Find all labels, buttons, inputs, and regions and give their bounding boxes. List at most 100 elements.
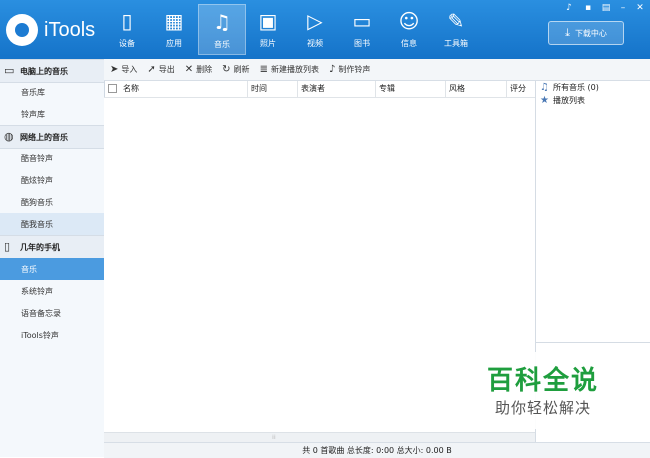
section-title: 电脑上的音乐 [20,66,68,76]
refresh-label: 刷新 [233,65,250,74]
section-online-music[interactable]: ◍ 网络上的音乐 [0,125,104,149]
sidebar-item-label: 酷我音乐 [21,219,53,229]
nav-apps[interactable]: ▦ 应用 [151,4,197,53]
nav-device[interactable]: ▯ 设备 [104,4,150,53]
import-label: 导入 [121,65,138,74]
sidebar-item-label: 酷音铃声 [21,153,53,163]
itools-logo-icon [6,14,38,46]
app-logo: iTools [6,12,95,48]
sidebar-item-label: 酷狗音乐 [21,197,53,207]
nav-music[interactable]: ♫ 音乐 [198,4,246,55]
column-genre[interactable]: 风格 [446,81,507,97]
new-playlist-label: 新建播放列表 [270,65,319,74]
nav-photos-label: 照片 [260,39,276,48]
minimize-icon[interactable]: – [615,1,631,15]
nav-books[interactable]: ▭ 图书 [339,4,385,53]
column-rating[interactable]: 评分 [507,81,535,97]
section-title: 几年的手机 [20,242,60,252]
watermark-subtitle: 助你轻松解决 [494,399,591,417]
photo-icon: ▣ [258,9,278,33]
phone-icon: ▯ [121,9,133,33]
nav-books-label: 图书 [354,39,370,48]
section-phone[interactable]: ▯ 几年的手机 [0,235,104,259]
sidebar: ▭ 电脑上的音乐 音乐库 铃声库 ◍ 网络上的音乐 酷音铃声 酷炫铃声 酷狗音乐… [0,59,105,457]
toolbar: ➤ 导入 ➚ 导出 ✕ 删除 ↻ 刷新 ≣ 新建播放列表 ♪ 制作铃声 [104,59,650,81]
sidebar-item-music[interactable]: 音乐 [0,258,104,280]
feedback-icon[interactable]: ▪ [580,1,596,15]
close-icon[interactable]: ✕ [632,1,648,15]
column-time[interactable]: 时间 [248,81,298,97]
nav-info[interactable]: ☺ 信息 [386,4,432,53]
scroll-grip-icon: ⁞⁞ [272,434,276,441]
sidebar-item-label: 音乐 [21,264,37,274]
download-icon: ⤓ [565,26,570,39]
sidebar-item-kugou[interactable]: 酷狗音乐 [0,191,104,213]
section-title: 网络上的音乐 [20,132,68,142]
sidebar-item-system-ringtones[interactable]: 系统铃声 [0,280,104,302]
panel-divider [536,342,650,343]
sidebar-item-ringtone-library[interactable]: 铃声库 [0,103,104,125]
sidebar-item-label: iTools铃声 [21,330,59,340]
app-name: iTools [44,18,96,41]
music-note-icon[interactable]: ♪ [561,1,577,15]
nav-toolbox[interactable]: ✎ 工具箱 [433,4,479,53]
delete-label: 删除 [196,65,213,74]
nav-video[interactable]: ▷ 视频 [292,4,338,53]
all-music-item[interactable]: ♫ 所有音乐 (0) [540,82,599,93]
column-artist[interactable]: 表演者 [298,81,376,97]
sidebar-item-label: 语音备忘录 [21,308,61,318]
column-album[interactable]: 专辑 [376,81,446,97]
watermark: 百科全说 助你轻松解决 [459,352,627,429]
globe-icon: ◍ [4,130,14,143]
sidebar-item-kuyin[interactable]: 酷音铃声 [0,147,104,169]
nav-video-label: 视频 [307,39,323,48]
delete-icon: ✕ [184,64,194,75]
sidebar-item-itools-ringtones[interactable]: iTools铃声 [0,324,104,346]
make-ringtone-button[interactable]: ♪ 制作铃声 [329,64,370,75]
import-icon: ➤ [110,64,119,75]
all-music-label: 所有音乐 (0) [552,83,599,92]
nav-music-label: 音乐 [214,40,230,49]
monitor-icon: ▭ [4,64,15,77]
refresh-icon: ↻ [222,64,231,75]
table-header: 名称 时间 表演者 专辑 风格 评分 [104,81,535,98]
sidebar-item-music-library[interactable]: 音乐库 [0,81,104,103]
star-icon: ★ [540,95,549,106]
music-note-icon: ♫ [540,82,549,93]
import-button[interactable]: ➤ 导入 [110,64,137,75]
sidebar-item-label: 音乐库 [21,87,45,97]
sidebar-item-voice-memos[interactable]: 语音备忘录 [0,302,104,324]
person-icon: ☺ [398,9,420,33]
download-center-label: 下载中心 [574,28,607,38]
nav-apps-label: 应用 [166,39,182,48]
ringtone-icon: ♪ [328,64,336,75]
device-icon: ▯ [4,240,11,253]
top-header: iTools ▯ 设备 ▦ 应用 ♫ 音乐 ▣ 照片 ▷ 视频 ▭ 图书 ☺ 信… [0,0,650,59]
column-name[interactable]: 名称 [120,81,248,97]
export-button[interactable]: ➚ 导出 [147,64,174,75]
sidebar-item-kuxuan[interactable]: 酷炫铃声 [0,169,104,191]
make-ringtone-label: 制作铃声 [338,65,371,74]
sidebar-item-label: 酷炫铃声 [21,175,53,185]
select-all-checkbox[interactable] [108,84,117,93]
new-playlist-button[interactable]: ≣ 新建播放列表 [260,64,319,75]
status-bar: 共 0 首歌曲 总长度: 0:00 总大小: 0.00 B [104,442,650,458]
delete-button[interactable]: ✕ 删除 [185,64,212,75]
download-center-button[interactable]: ⤓ 下载中心 [548,21,624,45]
watermark-title: 百科全说 [486,366,599,396]
refresh-button[interactable]: ↻ 刷新 [222,64,249,75]
export-label: 导出 [158,65,175,74]
book-icon: ▭ [352,9,372,33]
new-playlist-icon: ≣ [259,64,268,75]
playlist-label: 播放列表 [552,96,585,105]
section-computer-music[interactable]: ▭ 电脑上的音乐 [0,59,104,83]
nav-device-label: 设备 [119,39,135,48]
nav-photos[interactable]: ▣ 照片 [245,4,291,53]
apps-icon: ▦ [164,9,184,33]
nav-info-label: 信息 [401,39,417,48]
playlist-item[interactable]: ★ 播放列表 [540,95,585,106]
sidebar-item-kuwo[interactable]: 酷我音乐 [0,213,104,235]
sidebar-item-label: 系统铃声 [21,286,53,296]
video-icon: ▷ [307,9,323,33]
menu-icon[interactable]: ▤ [598,1,614,15]
